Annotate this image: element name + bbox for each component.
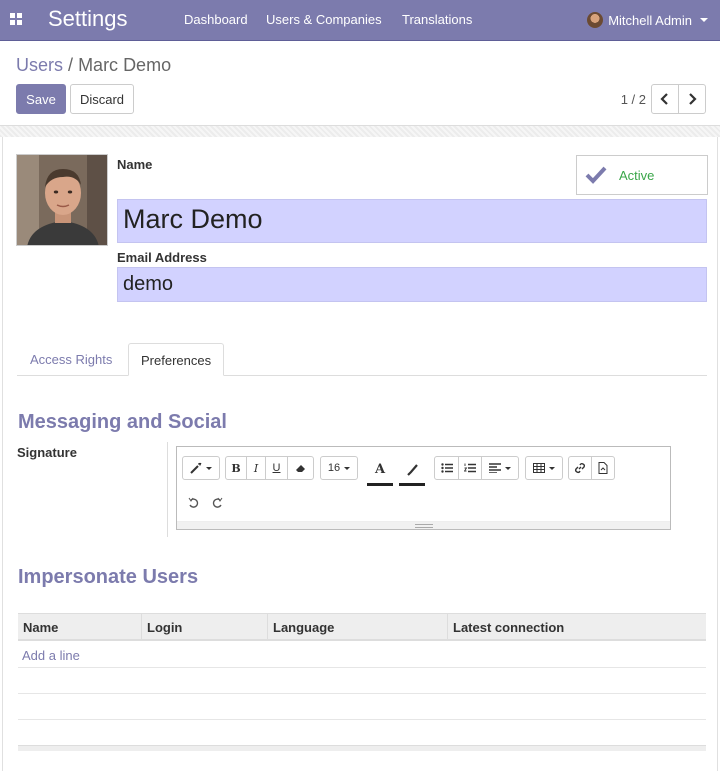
breadcrumb-users-link[interactable]: Users: [16, 55, 63, 75]
align-dropdown[interactable]: [481, 456, 519, 480]
email-field[interactable]: demo: [117, 267, 707, 302]
menu-users-companies[interactable]: Users & Companies: [266, 12, 382, 27]
link-button[interactable]: [568, 456, 592, 480]
bullet-list-button[interactable]: [434, 456, 459, 480]
list-group: [434, 456, 519, 480]
active-toggle-button[interactable]: Active: [576, 155, 708, 195]
signature-divider: [167, 442, 168, 537]
chevron-right-icon: [689, 93, 697, 105]
underline-icon: U: [272, 462, 281, 474]
add-line-link[interactable]: Add a line: [22, 648, 80, 663]
user-photo[interactable]: [16, 154, 108, 246]
table-header: Name Login Language Latest connection: [18, 613, 706, 641]
discard-button[interactable]: Discard: [70, 84, 134, 114]
column-header-latest-connection[interactable]: Latest connection: [448, 614, 706, 640]
redo-icon: [212, 497, 223, 508]
email-label: Email Address: [117, 250, 207, 265]
table-footer: [18, 745, 706, 751]
underline-button[interactable]: U: [265, 456, 288, 480]
pager-next-button[interactable]: [678, 84, 706, 114]
bold-button[interactable]: B: [225, 456, 247, 480]
numbered-list-icon: [464, 463, 476, 473]
clear-format-button[interactable]: [287, 456, 314, 480]
magic-wand-icon: [190, 462, 202, 474]
menu-translations[interactable]: Translations: [402, 12, 472, 27]
highlight-icon: [407, 463, 418, 476]
insert-group: [568, 456, 615, 480]
tab-preferences[interactable]: Preferences: [128, 343, 225, 376]
align-icon: [489, 463, 501, 473]
breadcrumb-separator: /: [68, 55, 74, 75]
name-label: Name: [117, 157, 153, 172]
highlight-color-button[interactable]: [399, 456, 425, 486]
breadcrumb-current: Marc Demo: [78, 55, 172, 75]
table-row: [18, 668, 706, 694]
user-menu[interactable]: Mitchell Admin: [587, 10, 708, 30]
style-dropdown[interactable]: [182, 456, 220, 480]
breadcrumb: Users / Marc Demo: [16, 55, 171, 76]
font-size-value: 16: [327, 462, 341, 474]
table-icon: [533, 463, 545, 473]
top-navbar: Settings Dashboard Users & Companies Tra…: [0, 0, 720, 41]
menu-dashboard[interactable]: Dashboard: [184, 12, 248, 27]
table-row: Add a line: [18, 642, 706, 668]
apps-menu-icon[interactable]: [10, 13, 22, 25]
check-icon: [585, 166, 607, 184]
pager-previous-button[interactable]: [651, 84, 679, 114]
link-icon: [574, 462, 586, 474]
signature-editor[interactable]: B I U 16 A: [176, 446, 671, 530]
italic-button[interactable]: I: [246, 456, 266, 480]
chevron-left-icon: [660, 93, 668, 105]
table-row: [18, 694, 706, 720]
signature-label: Signature: [17, 445, 77, 460]
impersonate-section-title: Impersonate Users: [18, 566, 199, 588]
user-name: Mitchell Admin: [608, 12, 692, 28]
sheet-background: [0, 125, 720, 137]
format-group: B I U: [225, 456, 314, 480]
user-avatar: [587, 12, 604, 28]
grip-icon: [415, 524, 433, 528]
font-color-button[interactable]: A: [367, 456, 393, 486]
file-icon: [598, 462, 608, 474]
column-header-name[interactable]: Name: [18, 614, 142, 640]
undo-icon: [188, 497, 199, 508]
table-dropdown[interactable]: [525, 456, 563, 480]
active-label: Active: [619, 167, 655, 183]
chevron-down-icon: [700, 18, 708, 22]
file-button[interactable]: [591, 456, 615, 480]
app-title: Settings: [48, 6, 128, 31]
redo-button[interactable]: [211, 496, 223, 512]
editor-resize-handle[interactable]: [177, 521, 670, 529]
name-field[interactable]: Marc Demo: [117, 199, 707, 243]
user-portrait-image: [17, 155, 107, 245]
column-header-login[interactable]: Login: [142, 614, 268, 640]
bullet-list-icon: [440, 463, 453, 473]
pager-value[interactable]: 1 / 2: [621, 92, 646, 107]
italic-icon: I: [253, 461, 259, 475]
bold-icon: B: [231, 461, 241, 475]
messaging-section-title: Messaging and Social: [18, 411, 227, 433]
eraser-icon: [295, 465, 305, 472]
font-size-dropdown[interactable]: 16: [320, 456, 358, 480]
font-color-icon: A: [374, 462, 386, 477]
save-button[interactable]: Save: [16, 84, 66, 114]
tab-access-rights[interactable]: Access Rights: [18, 343, 124, 376]
column-header-language[interactable]: Language: [268, 614, 448, 640]
table-row: [18, 720, 706, 746]
numbered-list-button[interactable]: [458, 456, 482, 480]
undo-button[interactable]: [188, 496, 200, 512]
